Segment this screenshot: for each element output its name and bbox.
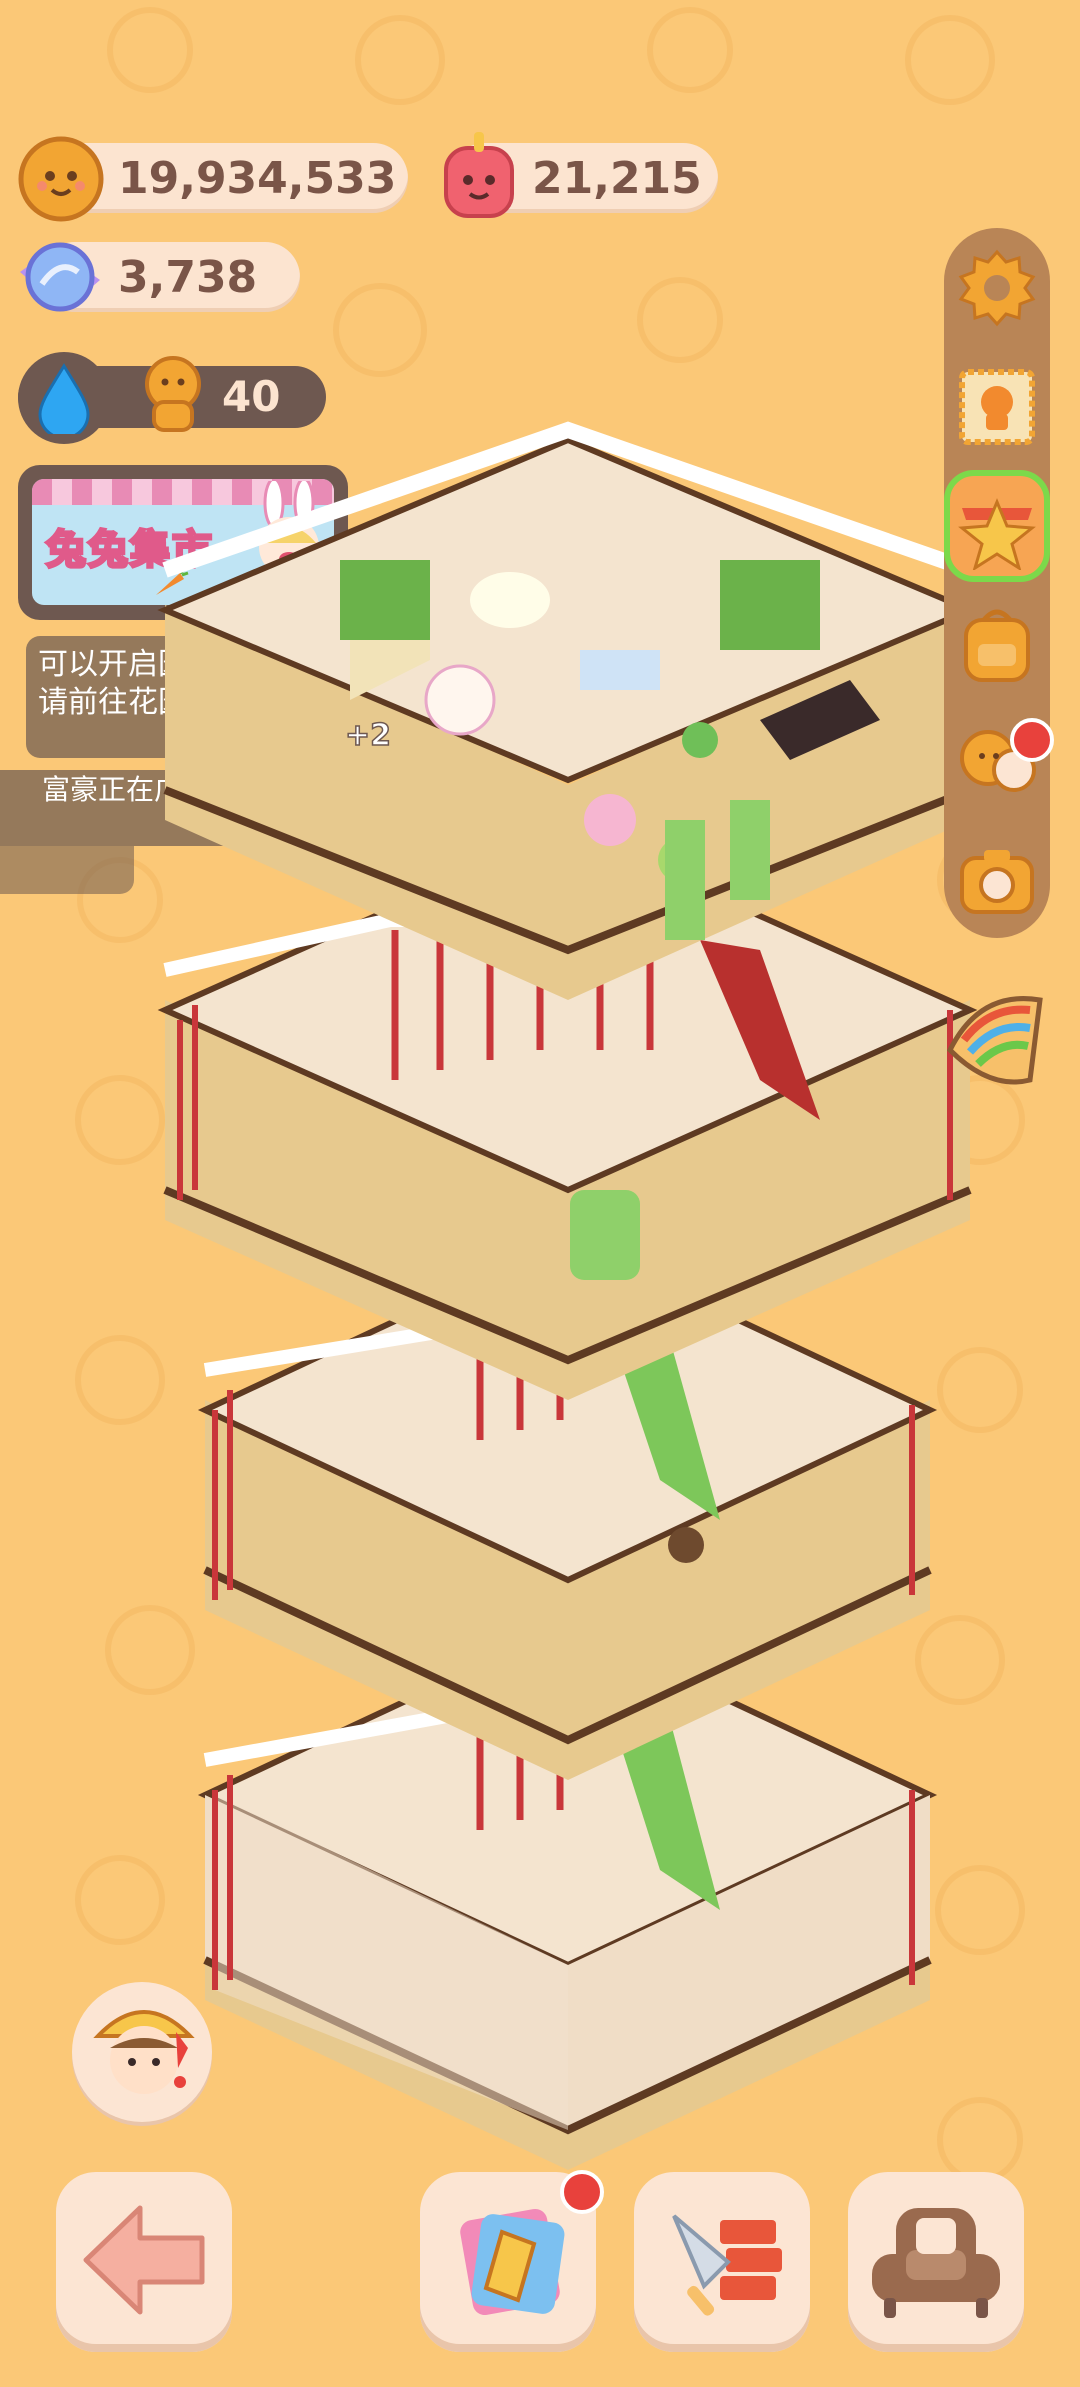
stamp-card-icon[interactable] [954,364,1040,450]
camera-icon[interactable] [954,836,1040,922]
back-button[interactable] [56,2172,232,2352]
backpack-icon[interactable] [954,600,1040,686]
decorate-notification-dot [560,2170,604,2214]
star-shop-icon[interactable] [954,484,1040,570]
visitor-character [668,1527,704,1563]
flower-arch [570,1190,640,1280]
floor-4 [157,421,978,1000]
rainbow-bread-icon[interactable] [940,980,1056,1100]
paint-card-icon [460,2208,565,2316]
friends-notification-dot [1010,718,1054,762]
sofa-icon [872,2208,1000,2318]
builder-avatar-icon [93,2010,195,2094]
side-menu [944,228,1050,938]
window-curtain [720,560,820,650]
gear-icon[interactable] [954,244,1040,330]
back-arrow-icon [83,2205,205,2315]
build-button[interactable] [634,2172,810,2352]
reward-floating-text: +2 [345,718,391,753]
furniture-button[interactable] [848,2172,1024,2352]
trowel-brick-icon [672,2214,782,2316]
